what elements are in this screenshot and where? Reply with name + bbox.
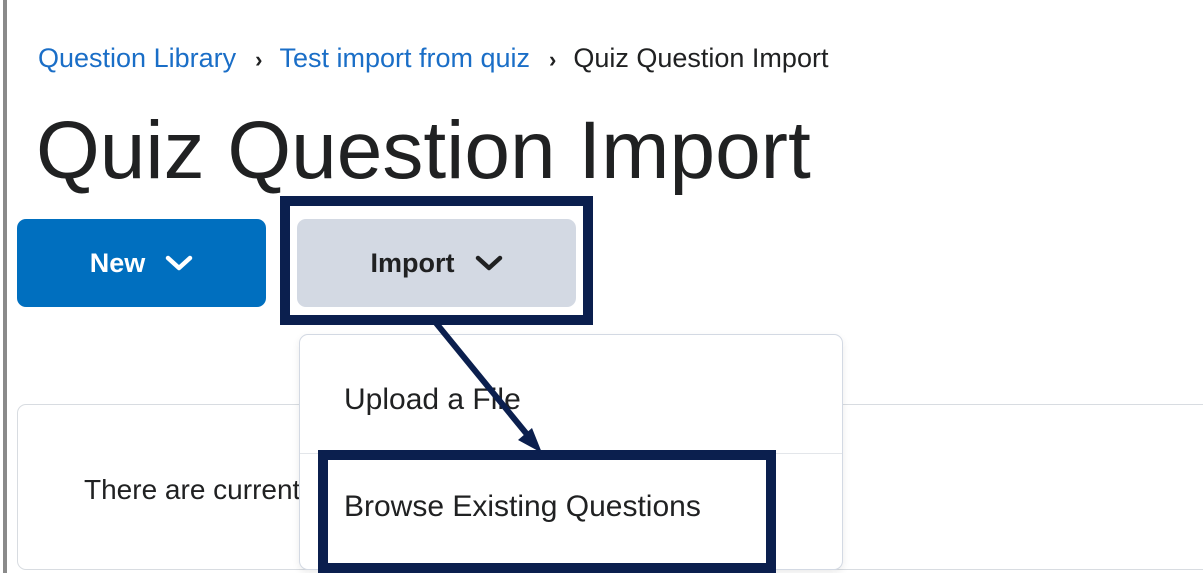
chevron-right-icon: ›: [255, 47, 263, 72]
breadcrumb-link-question-library[interactable]: Question Library: [38, 43, 236, 74]
chevron-down-icon: [166, 255, 193, 271]
menu-item-label: Upload a File: [344, 383, 521, 416]
chevron-down-icon: [475, 255, 502, 271]
menu-item-upload-file[interactable]: Upload a File: [300, 367, 842, 433]
breadcrumb-link-test-import[interactable]: Test import from quiz: [279, 43, 530, 74]
breadcrumb-current: Quiz Question Import: [573, 42, 829, 73]
page-title: Quiz Question Import: [36, 105, 811, 196]
new-button[interactable]: New: [17, 219, 266, 307]
breadcrumb: Question Library › Test import from quiz…: [38, 38, 828, 78]
new-button-label: New: [89, 247, 146, 278]
import-dropdown-menu: Upload a File Browse Existing Questions: [299, 334, 843, 570]
page: Question Library › Test import from quiz…: [0, 0, 1203, 573]
chevron-right-icon: ›: [549, 47, 557, 72]
left-border: [3, 0, 7, 573]
menu-item-browse-existing-questions[interactable]: Browse Existing Questions: [300, 474, 842, 540]
import-button[interactable]: Import: [297, 219, 576, 307]
menu-divider: [300, 453, 842, 454]
import-button-label: Import: [370, 247, 455, 278]
menu-item-label: Browse Existing Questions: [344, 490, 701, 523]
